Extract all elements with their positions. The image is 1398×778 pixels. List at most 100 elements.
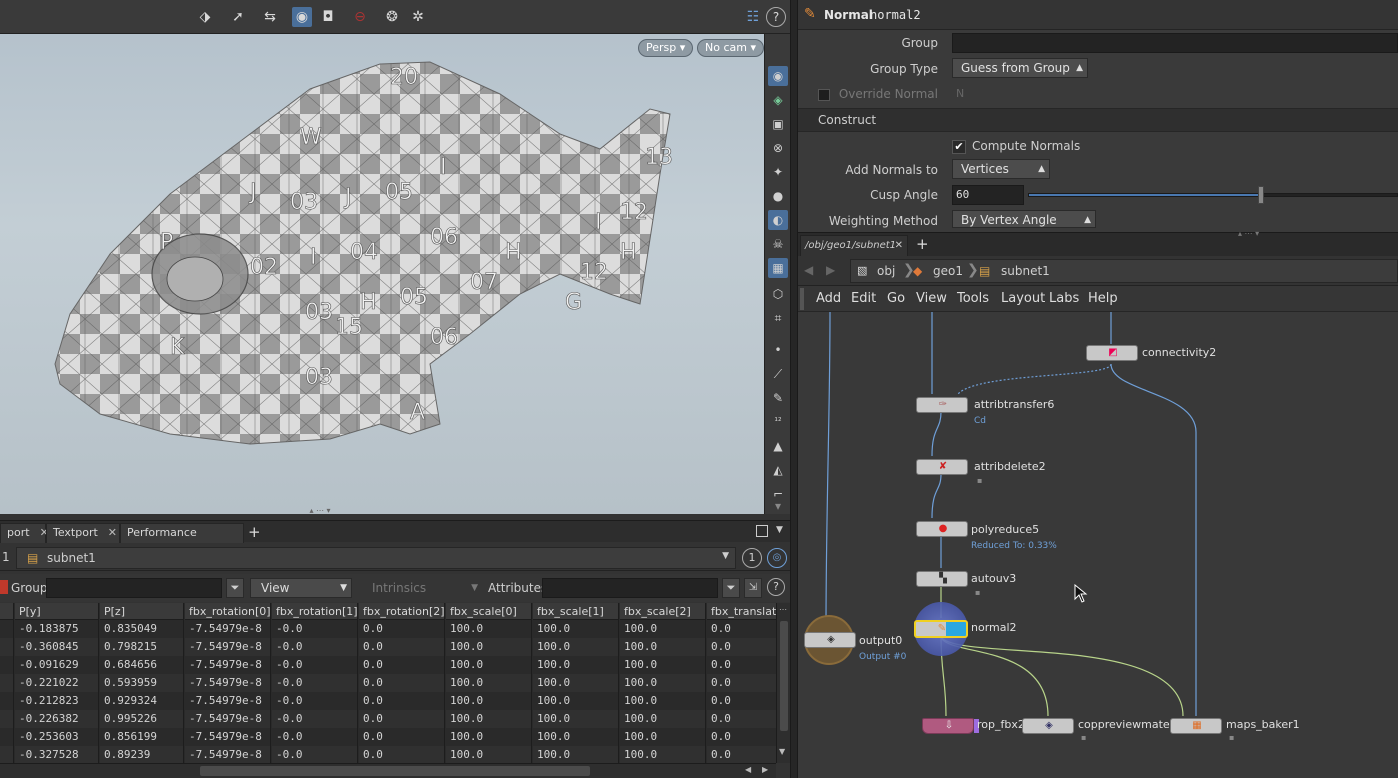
table-cell[interactable]: -0.0 [272, 656, 357, 674]
table-cell[interactable]: 100.0 [620, 620, 705, 638]
table-cell[interactable]: -0.226382 [15, 710, 98, 728]
table-cell[interactable]: -0.0 [272, 728, 357, 746]
table-cell[interactable]: 0.0 [359, 746, 444, 763]
chevron-down-icon[interactable]: ▾ [768, 496, 788, 516]
help-icon[interactable]: ? [766, 7, 786, 27]
table-cell[interactable]: -7.54979e-8 [185, 692, 270, 710]
handle-tool-icon[interactable]: ◘ [318, 7, 338, 27]
table-cell[interactable]: 0.798215 [100, 638, 183, 656]
chevron-down-icon[interactable]: ▼ [722, 551, 729, 561]
table-cell[interactable]: 0.593959 [100, 674, 183, 692]
light-icon[interactable]: ✦ [768, 162, 788, 182]
pane-resize-handle[interactable]: ▴ ⋯ ▾ [1238, 229, 1259, 238]
transform-tool-icon[interactable]: ⇆ [260, 7, 280, 27]
table-cell[interactable]: -0.327528 [15, 746, 98, 763]
column-header[interactable]: P[z] [100, 603, 183, 620]
geometry-type-icon[interactable] [0, 580, 8, 594]
grid-icon[interactable]: ⌗ [768, 308, 788, 328]
node-attribdelete2[interactable]: ✘ [916, 459, 968, 475]
pin-icon[interactable]: ◎ [767, 548, 787, 568]
column-header[interactable]: fbx_rotation[1] [272, 603, 357, 620]
chevron-down-icon[interactable]: ▼ [776, 525, 783, 535]
persp-menu[interactable]: Persp ▾ [638, 39, 694, 57]
table-cell[interactable]: 0.835049 [100, 620, 183, 638]
table-cell[interactable]: -0.0 [272, 638, 357, 656]
table-cell[interactable]: -0.212823 [15, 692, 98, 710]
table-cell[interactable]: 100.0 [533, 638, 618, 656]
table-cell[interactable]: 100.0 [620, 710, 705, 728]
column-header[interactable]: fbx_scale[0] [446, 603, 531, 620]
horizontal-scrollbar[interactable]: ◀ ▶ [0, 763, 776, 778]
network-editor[interactable]: ◩ connectivity2 ✑ attribtransfer6 Cd ✘ a… [798, 312, 1398, 778]
table-cell[interactable]: 0.0 [359, 692, 444, 710]
normal-icon[interactable]: ✎ [768, 388, 788, 408]
column-header[interactable]: fbx_rotation[0] [185, 603, 270, 620]
column-header[interactable]: P[y] [15, 603, 98, 620]
column-header[interactable]: fbx_translation [707, 603, 776, 620]
table-cell[interactable]: 100.0 [446, 692, 531, 710]
table-cell[interactable]: 100.0 [533, 728, 618, 746]
table-cell[interactable]: 100.0 [620, 692, 705, 710]
cusp-angle-slider[interactable] [1028, 186, 1398, 204]
table-cell[interactable]: -0.091629 [15, 656, 98, 674]
close-icon[interactable]: ✕ [895, 236, 903, 256]
table-cell[interactable]: 100.0 [446, 728, 531, 746]
node-polyreduce5[interactable]: ● [916, 521, 968, 537]
table-cell[interactable]: 100.0 [620, 746, 705, 763]
table-cell[interactable]: 0.0 [707, 728, 776, 746]
table-cell[interactable]: -0.0 [272, 710, 357, 728]
display-icon[interactable]: ◐ [768, 210, 788, 230]
node-attribtransfer6[interactable]: ✑ [916, 397, 968, 413]
close-icon[interactable]: ⊗ [768, 138, 788, 158]
vertical-scrollbar[interactable]: ⋯ ▼ [776, 603, 790, 763]
close-icon[interactable]: ✕ [108, 526, 117, 539]
table-cell[interactable]: 0.0 [707, 656, 776, 674]
forward-arrow-icon[interactable]: ▶ [826, 263, 835, 277]
table-cell[interactable]: 0.0 [707, 710, 776, 728]
table-cell[interactable]: 100.0 [533, 692, 618, 710]
scroll-thumb[interactable] [780, 621, 788, 731]
select-tool-icon[interactable]: ⬗ [195, 7, 215, 27]
column-header[interactable] [0, 603, 13, 620]
table-cell[interactable]: 100.0 [620, 656, 705, 674]
number-icon[interactable]: ¹² [768, 412, 788, 432]
menu-go[interactable]: Go [887, 291, 905, 306]
table-cell[interactable]: -0.0 [272, 674, 357, 692]
menu-labs[interactable]: Labs [1049, 291, 1079, 306]
table-cell[interactable]: 0.0 [359, 728, 444, 746]
group-input[interactable] [952, 33, 1398, 53]
table-cell[interactable]: -7.54979e-8 [185, 620, 270, 638]
table-cell[interactable]: 0.0 [707, 692, 776, 710]
scroll-left-icon[interactable]: ◀ [745, 765, 751, 774]
maximize-icon[interactable] [756, 525, 768, 537]
menu-grip[interactable] [800, 288, 804, 310]
breadcrumb-geo1[interactable]: geo1 [933, 264, 963, 278]
table-cell[interactable]: 100.0 [446, 656, 531, 674]
table-cell[interactable]: 0.0 [707, 620, 776, 638]
weighting-method-dropdown[interactable]: By Vertex Angle ▲ [952, 210, 1096, 228]
brush-icon[interactable]: ▲ [768, 436, 788, 456]
node-normal2[interactable]: ✎ [914, 620, 968, 638]
vertex-icon[interactable]: ◭ [768, 460, 788, 480]
menu-edit[interactable]: Edit [851, 291, 876, 306]
table-cell[interactable]: -0.0 [272, 746, 357, 763]
table-cell[interactable]: 100.0 [446, 674, 531, 692]
table-cell[interactable]: -0.360845 [15, 638, 98, 656]
ghost-icon[interactable]: ◈ [768, 90, 788, 110]
tab-textport[interactable]: Textport ✕ [46, 523, 120, 543]
add-tab-icon[interactable]: + [248, 523, 261, 541]
node-connectivity2[interactable]: ◩ [1086, 345, 1138, 361]
table-cell[interactable]: -7.54979e-8 [185, 746, 270, 763]
table-cell[interactable]: -7.54979e-8 [185, 710, 270, 728]
table-cell[interactable]: 100.0 [533, 620, 618, 638]
table-cell[interactable]: 0.995226 [100, 710, 183, 728]
node-maps-baker1[interactable]: ▦ [1170, 718, 1222, 734]
column-header[interactable]: fbx_scale[1] [533, 603, 618, 620]
table-cell[interactable]: -7.54979e-8 [185, 728, 270, 746]
table-cell[interactable]: -0.0 [272, 620, 357, 638]
camera-icon[interactable]: ❂ [382, 7, 402, 27]
table-cell[interactable]: 0.0 [707, 674, 776, 692]
scroll-thumb[interactable] [200, 766, 590, 776]
eye-icon[interactable]: ◉ [768, 66, 788, 86]
move-tool-icon[interactable]: ➚ [228, 7, 248, 27]
